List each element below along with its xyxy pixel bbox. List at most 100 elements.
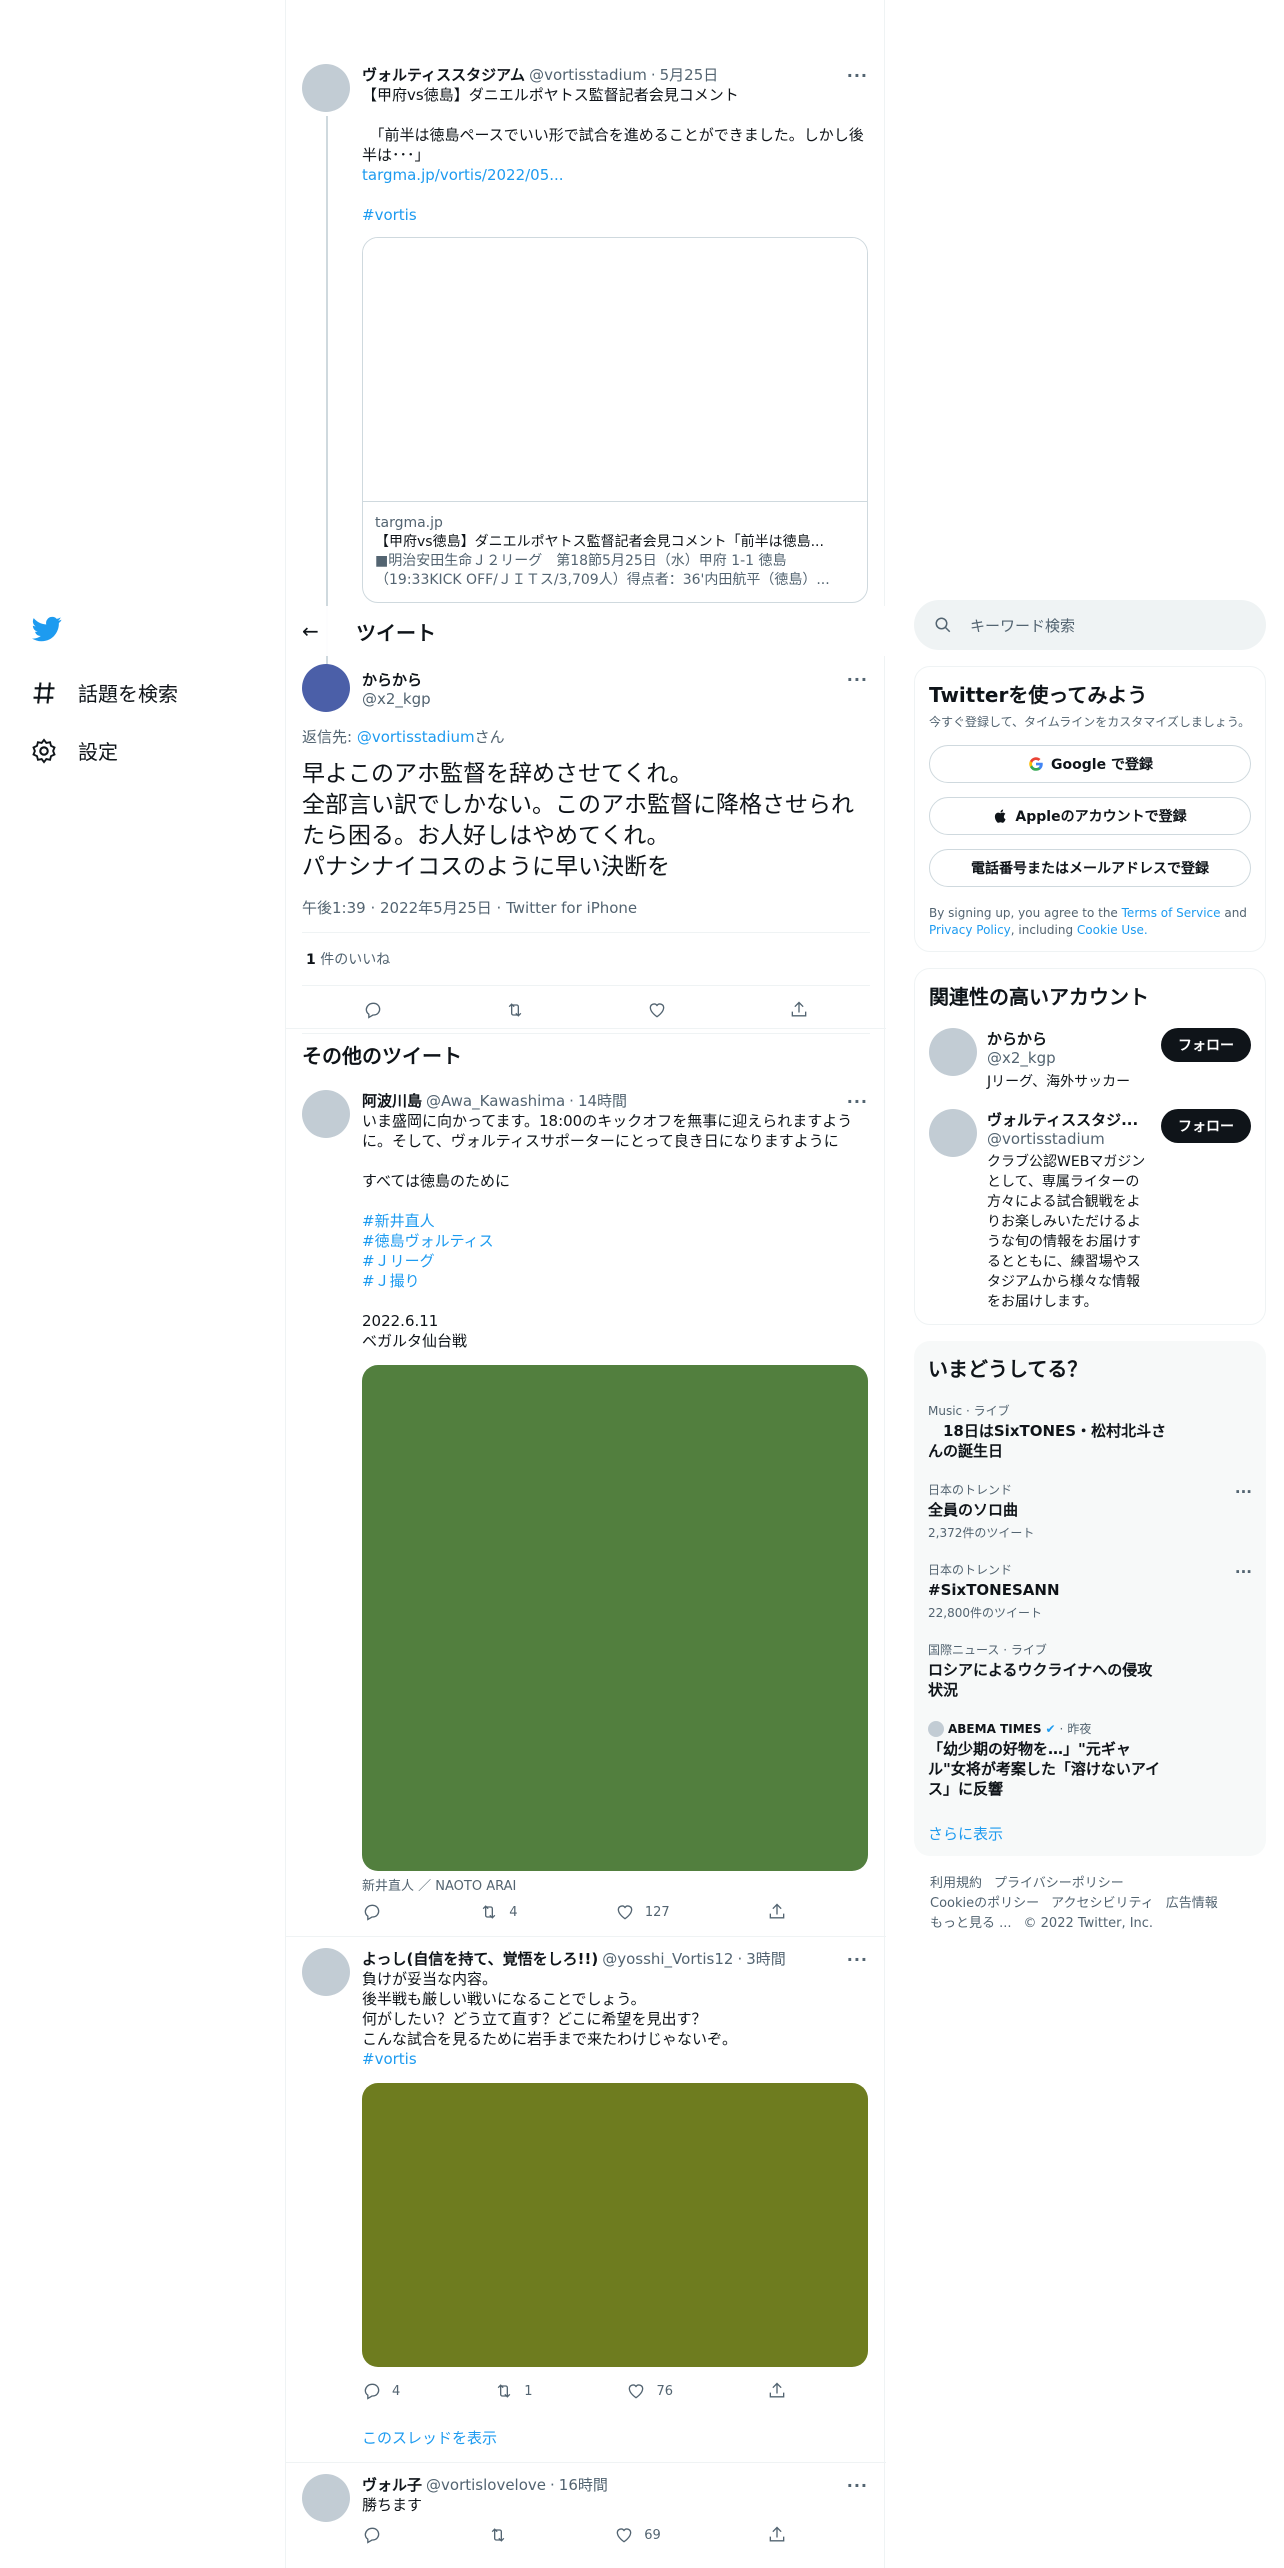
trend-item[interactable]: 日本のトレンド #SixTONESANN 22,800件のツイート ··· xyxy=(928,1561,1252,1621)
trend-item[interactable]: 国際ニュース · ライブ ロシアによるウクライナへの侵攻状況 xyxy=(928,1641,1252,1700)
author-name[interactable]: ヴォルティススタジアム xyxy=(362,64,525,85)
retweet-button[interactable]: 1 xyxy=(494,2381,533,2401)
twitter-logo-icon[interactable] xyxy=(30,614,64,644)
account-name[interactable]: からから xyxy=(987,1028,1151,1049)
avatar[interactable] xyxy=(302,64,350,112)
search-box[interactable]: キーワード検索 xyxy=(914,600,1266,650)
author-handle[interactable]: @vortisstadium xyxy=(529,66,647,84)
google-signup-button[interactable]: Google で登録 xyxy=(929,745,1251,783)
account-name[interactable]: ヴォルティススタジ... xyxy=(987,1109,1151,1130)
more-options-icon[interactable]: ··· xyxy=(847,66,868,85)
avatar[interactable] xyxy=(302,664,350,712)
tweet-link[interactable]: targma.jp/vortis/2022/05... xyxy=(362,165,870,185)
footer-link[interactable]: Cookieのポリシー xyxy=(930,1896,1039,1911)
retweet-button[interactable]: 4 xyxy=(479,1902,518,1922)
author-handle[interactable]: @Awa_Kawashima xyxy=(426,1092,565,1110)
hashtag-link[interactable]: #vortis xyxy=(362,2049,870,2069)
footer-link[interactable]: 利用規約 xyxy=(930,1876,982,1891)
retweet-icon[interactable] xyxy=(505,1000,525,1020)
author-name[interactable]: ヴォル子 xyxy=(362,2474,422,2495)
nav-explore[interactable]: 話題を検索 xyxy=(30,678,178,707)
like-count-row[interactable]: 1 件のいいね xyxy=(302,932,870,986)
back-arrow-icon[interactable]: ← xyxy=(302,619,332,643)
hashtag-link[interactable]: #vortis xyxy=(362,205,870,225)
terms-link[interactable]: Terms of Service xyxy=(1122,906,1221,920)
avatar[interactable] xyxy=(929,1109,977,1157)
timeline-tweet[interactable]: よっし(自信を持て、覚悟をしろ!!) @yosshi_Vortis12 · 3時… xyxy=(286,1948,886,2448)
reply-button[interactable] xyxy=(362,1902,382,1922)
account-item[interactable]: からから @x2_kgp Jリーグ、海外サッカー フォロー xyxy=(929,1028,1251,1091)
author-name[interactable]: 阿波川島 xyxy=(362,1090,422,1111)
trend-title: #SixTONESANN xyxy=(928,1581,1060,1599)
more-options-icon[interactable]: ··· xyxy=(847,2476,868,2495)
timeline-tweet[interactable]: ヴォル子 @vortislovelove · 16時間 ··· 勝ちます 69 xyxy=(286,2474,886,2545)
share-button[interactable] xyxy=(767,2381,787,2401)
share-icon[interactable] xyxy=(789,1000,809,1020)
more-options-icon[interactable]: ··· xyxy=(1235,1483,1252,1501)
footer-link[interactable]: プライバシーポリシー xyxy=(994,1876,1124,1891)
more-options-icon[interactable]: ··· xyxy=(1235,1563,1252,1581)
more-options-icon[interactable]: ··· xyxy=(847,1950,868,1969)
phone-email-signup-button[interactable]: 電話番号またはメールアドレスで登録 xyxy=(929,849,1251,887)
follow-button[interactable]: フォロー xyxy=(1161,1028,1251,1062)
trend-category: 日本のトレンド xyxy=(928,1563,1013,1577)
cookie-link[interactable]: Cookie Use. xyxy=(1077,923,1148,937)
search-placeholder[interactable]: キーワード検索 xyxy=(970,615,1075,636)
link-card[interactable]: targma.jp 【甲府vs徳島】ダニエルポヤトス監督記者会見コメント「前半は… xyxy=(362,237,868,603)
tweet-photo[interactable] xyxy=(362,2083,868,2367)
trend-item[interactable]: Music · ライブ 18日はSixTONES・松村北斗さんの誕生日 xyxy=(928,1402,1252,1461)
footer-link[interactable]: 広告情報 xyxy=(1166,1896,1218,1911)
like-button[interactable]: 69 xyxy=(614,2525,661,2545)
reply-to-handle[interactable]: @vortisstadium xyxy=(357,728,475,746)
hashtag-link[interactable]: #Ｊ撮り xyxy=(362,1271,870,1291)
avatar[interactable] xyxy=(302,1948,350,1996)
show-thread-link[interactable]: このスレッドを表示 xyxy=(362,2427,870,2448)
tweet-time[interactable]: 14時間 xyxy=(578,1090,627,1111)
hashtag-link[interactable]: #徳島ヴォルティス xyxy=(362,1231,870,1251)
hashtag-link[interactable]: #新井直人 xyxy=(362,1211,870,1231)
tweet-timestamp[interactable]: 午後1:39 · 2022年5月25日 · Twitter for iPhone xyxy=(302,897,870,918)
reply-button[interactable] xyxy=(362,2525,382,2545)
apple-signup-button[interactable]: Appleのアカウントで登録 xyxy=(929,797,1251,835)
like-button[interactable]: 127 xyxy=(615,1902,670,1922)
tweet-time[interactable]: 5月25日 xyxy=(660,64,719,85)
author-handle[interactable]: @yosshi_Vortis12 xyxy=(602,1950,733,1968)
follow-button[interactable]: フォロー xyxy=(1161,1109,1251,1143)
like-icon[interactable] xyxy=(647,1000,667,1020)
share-button[interactable] xyxy=(767,2525,787,2545)
show-more-link[interactable]: さらに表示 xyxy=(928,1823,1252,1844)
tweet-text: 【甲府vs徳島】ダニエルポヤトス監督記者会見コメント xyxy=(362,86,739,104)
account-item[interactable]: ヴォルティススタジ... @vortisstadium クラブ公認WEBマガジン… xyxy=(929,1109,1251,1312)
author-handle[interactable]: @vortislovelove xyxy=(426,2476,546,2494)
reply-icon xyxy=(364,1904,380,1921)
author-name[interactable]: からから xyxy=(362,669,431,690)
tweet-photo[interactable] xyxy=(362,1365,868,1871)
news-item[interactable]: ABEMA TIMES ✔ · 昨夜 「幼少期の好物を…」"元ギャル"女将が考案… xyxy=(928,1720,1252,1799)
timeline-tweet[interactable]: 阿波川島 @Awa_Kawashima · 14時間 ··· いま盛岡に向かって… xyxy=(286,1090,886,1922)
avatar[interactable] xyxy=(929,1028,977,1076)
retweet-icon xyxy=(482,1905,496,1919)
parent-tweet[interactable]: ヴォルティススタジアム @vortisstadium · 5月25日 ··· 【… xyxy=(286,64,886,676)
footer-link[interactable]: アクセシビリティ xyxy=(1051,1896,1154,1911)
share-icon xyxy=(769,2382,785,2398)
tweet-time[interactable]: 3時間 xyxy=(746,1948,786,1969)
trend-category: 日本のトレンド xyxy=(928,1483,1013,1497)
like-button[interactable]: 76 xyxy=(626,2381,673,2401)
hashtag-link[interactable]: #Ｊリーグ xyxy=(362,1251,870,1271)
share-button[interactable] xyxy=(767,1902,787,1922)
more-options-icon[interactable]: ··· xyxy=(847,670,868,689)
privacy-link[interactable]: Privacy Policy xyxy=(929,923,1011,937)
author-name[interactable]: よっし(自信を持て、覚悟をしろ!!) xyxy=(362,1948,598,1969)
nav-settings[interactable]: 設定 xyxy=(30,736,118,765)
footer-link[interactable]: もっと見る ... xyxy=(930,1916,1012,1931)
avatar[interactable] xyxy=(302,2474,350,2522)
trend-item[interactable]: 日本のトレンド 全員のソロ曲 2,372件のツイート ··· xyxy=(928,1481,1252,1541)
retweet-button[interactable] xyxy=(488,2525,508,2545)
share-icon xyxy=(769,1903,785,1919)
author-handle[interactable]: @x2_kgp xyxy=(362,690,431,708)
reply-icon[interactable] xyxy=(363,1000,383,1020)
tweet-time[interactable]: 16時間 xyxy=(559,2474,608,2495)
reply-button[interactable]: 4 xyxy=(362,2381,400,2401)
avatar[interactable] xyxy=(302,1090,350,1138)
more-options-icon[interactable]: ··· xyxy=(847,1092,868,1111)
